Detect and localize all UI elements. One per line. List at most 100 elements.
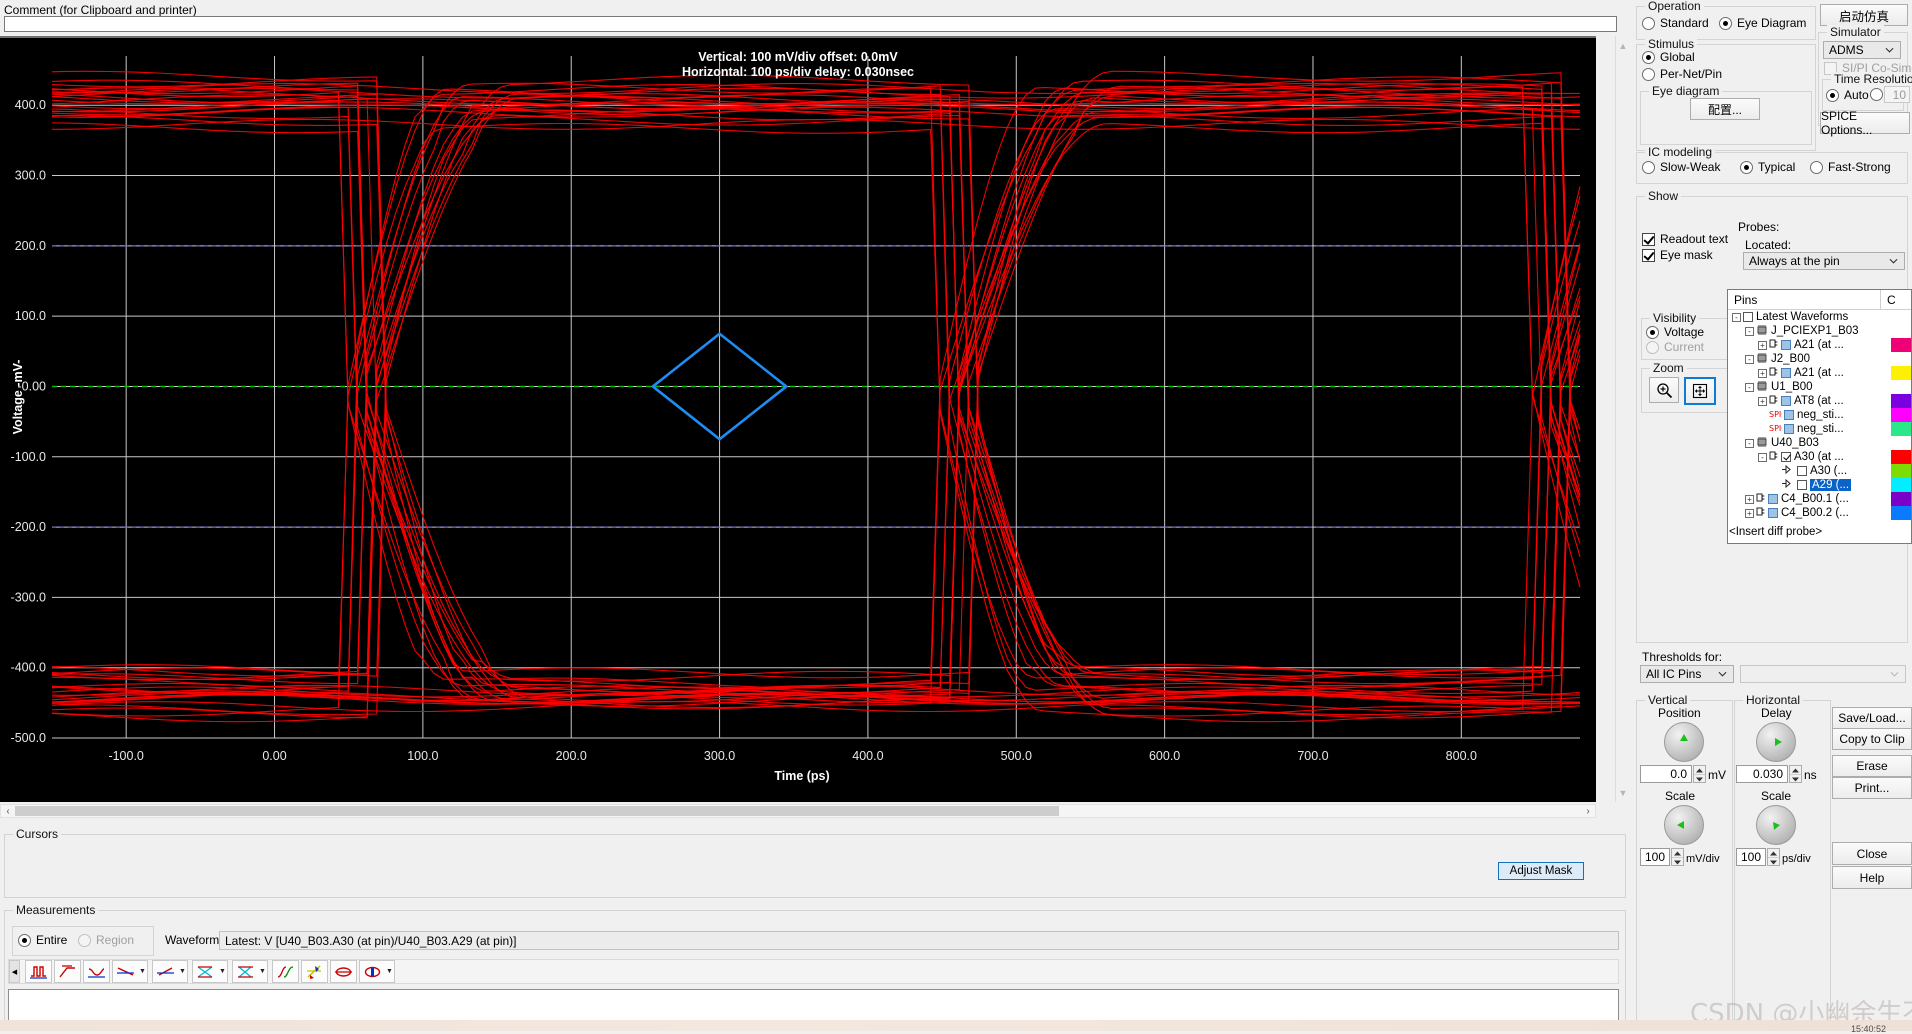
simulator-select[interactable]: ADMS [1823,41,1901,59]
insert-diff-probe[interactable]: <Insert diff probe> [1729,526,1822,538]
stimulus-global-radio[interactable]: Global [1642,50,1695,64]
horizontal-scale-spinner[interactable] [1767,848,1780,866]
plot-horizontal-scrollbar[interactable]: ‹ › [0,804,1596,818]
pin-row[interactable]: + A21 (at ... [1728,366,1911,380]
pin-color-swatch[interactable] [1891,478,1911,492]
spice-options-button[interactable]: SPICE Options... [1820,109,1910,137]
pin-color-swatch[interactable] [1891,492,1911,506]
measure-eye-height-dropdown[interactable]: ▼ [218,960,228,983]
spin-down-icon[interactable] [1672,857,1683,866]
pin-color-swatch[interactable] [1891,422,1911,436]
measure-eye-icon[interactable] [330,960,357,983]
checkbox-box[interactable] [1781,368,1791,378]
spin-up-icon[interactable] [1768,849,1779,857]
tree-toggle-icon[interactable]: - [1745,438,1754,448]
measure-crosstalk-icon[interactable] [301,960,328,983]
horizontal-delay-knob[interactable] [1756,722,1796,762]
erase-button[interactable]: Erase [1832,755,1912,777]
vertical-position-knob[interactable] [1664,722,1704,762]
zoom-in-button[interactable] [1649,377,1679,403]
pin-row[interactable]: + C4_B00.1 (... [1728,492,1911,506]
measure-eye-height-icon[interactable] [192,960,218,983]
help-button[interactable]: Help [1832,866,1912,889]
scroll-thumb[interactable] [15,806,1059,816]
measure-risetime-icon[interactable] [54,960,81,983]
horizontal-scale-input[interactable]: 100 [1736,848,1766,866]
readout-text-checkbox[interactable]: Readout text [1642,232,1728,246]
configure-button[interactable]: 配置... [1690,98,1760,120]
pin-row[interactable]: + AT8 (at ... [1728,394,1911,408]
scope-entire-radio[interactable]: Entire [18,933,67,947]
horizontal-delay-spinner[interactable] [1789,765,1802,783]
measure-eye-width-dropdown[interactable]: ▼ [258,960,268,983]
pins-tree[interactable]: Pins C - Latest Waveforms - J_PCIEXP1_B03 + A… [1727,289,1912,544]
pin-row[interactable]: - J2_B00 [1728,352,1911,366]
pin-row[interactable]: - Latest Waveforms [1728,310,1911,324]
measure-delay-icon[interactable] [112,960,138,983]
checkbox-box[interactable] [1743,312,1753,322]
tree-toggle-icon[interactable]: - [1732,312,1741,322]
tree-toggle-icon[interactable]: + [1758,396,1767,406]
tree-toggle-icon[interactable]: - [1745,326,1754,336]
measure-jitter-icon[interactable] [359,960,385,983]
scroll-down-icon[interactable]: ▼ [1616,785,1630,800]
pin-color-swatch[interactable] [1891,464,1911,478]
pin-row[interactable]: - U1_B00 [1728,380,1911,394]
pin-row[interactable]: A29 (... [1728,478,1911,492]
checkbox-box[interactable] [1768,494,1778,504]
operation-standard-radio[interactable]: Standard [1642,16,1709,30]
scroll-up-icon[interactable]: ▲ [1616,38,1630,53]
measure-jitter-dropdown[interactable]: ▼ [385,960,395,983]
thresholds-secondary-select[interactable] [1740,665,1906,683]
spin-down-icon[interactable] [1694,774,1705,783]
tree-toggle-icon[interactable]: - [1745,354,1754,364]
checkbox-box[interactable] [1781,396,1791,406]
vertical-scale-knob[interactable] [1664,805,1704,845]
pin-color-swatch[interactable] [1891,394,1911,408]
measure-delay-dropdown[interactable]: ▼ [138,960,148,983]
zoom-fit-button[interactable] [1684,377,1716,405]
comment-input[interactable] [4,16,1617,32]
horizontal-scale-knob[interactable] [1756,805,1796,845]
pin-row[interactable]: - U40_B03 [1728,436,1911,450]
checkbox-box[interactable] [1784,410,1794,420]
time-res-auto-radio[interactable]: Auto [1826,88,1869,102]
tree-toggle-icon[interactable]: - [1745,382,1754,392]
close-button[interactable]: Close [1832,842,1912,865]
plot-vertical-scrollbar[interactable]: ▲ ▼ [1615,36,1630,802]
pin-row[interactable]: + C4_B00.2 (... [1728,506,1911,520]
spin-down-icon[interactable] [1768,857,1779,866]
measure-monotonic-icon[interactable] [272,960,299,983]
vertical-scale-spinner[interactable] [1671,848,1684,866]
eye-mask-checkbox[interactable]: Eye mask [1642,248,1713,262]
checkbox-box[interactable] [1781,452,1791,462]
spin-up-icon[interactable] [1672,849,1683,857]
eye-diagram-canvas[interactable]: -100.0 0.00 100.0 200.0 300.0 400.0 500.0 600.0… [0,36,1596,802]
ic-fast-strong-radio[interactable]: Fast-Strong [1810,160,1891,174]
tree-toggle-icon[interactable]: + [1758,368,1767,378]
pin-row[interactable]: A30 (... [1728,464,1911,478]
measure-slew-dropdown[interactable]: ▼ [178,960,188,983]
time-res-value[interactable]: 10 [1884,86,1910,103]
pin-row[interactable]: SPICE neg_sti... [1728,408,1911,422]
scroll-left-icon[interactable]: ‹ [1,805,15,817]
ic-slow-weak-radio[interactable]: Slow-Weak [1642,160,1720,174]
pin-row[interactable]: - A30 (at ... [1728,450,1911,464]
operation-eye-diagram-radio[interactable]: Eye Diagram [1719,16,1806,30]
ic-typical-radio[interactable]: Typical [1740,160,1795,174]
visibility-voltage-radio[interactable]: Voltage [1646,325,1704,339]
scroll-right-icon[interactable]: › [1581,805,1595,817]
measure-slew-icon[interactable] [152,960,178,983]
spin-down-icon[interactable] [1790,774,1801,783]
checkbox-box[interactable] [1797,480,1807,490]
vertical-position-input[interactable]: 0.0 [1640,765,1692,783]
horizontal-delay-input[interactable]: 0.030 [1736,765,1788,783]
measure-overshoot-icon[interactable] [83,960,110,983]
vertical-scale-input[interactable]: 100 [1640,848,1670,866]
waveform-value[interactable]: Latest: V [U40_B03.A30 (at pin)/U40_B03.… [219,931,1619,950]
checkbox-box[interactable] [1781,340,1791,350]
located-select[interactable]: Always at the pin [1743,252,1905,270]
measure-eye-width-icon[interactable] [232,960,258,983]
pin-color-swatch[interactable] [1891,450,1911,464]
stimulus-pernet-radio[interactable]: Per-Net/Pin [1642,67,1722,81]
